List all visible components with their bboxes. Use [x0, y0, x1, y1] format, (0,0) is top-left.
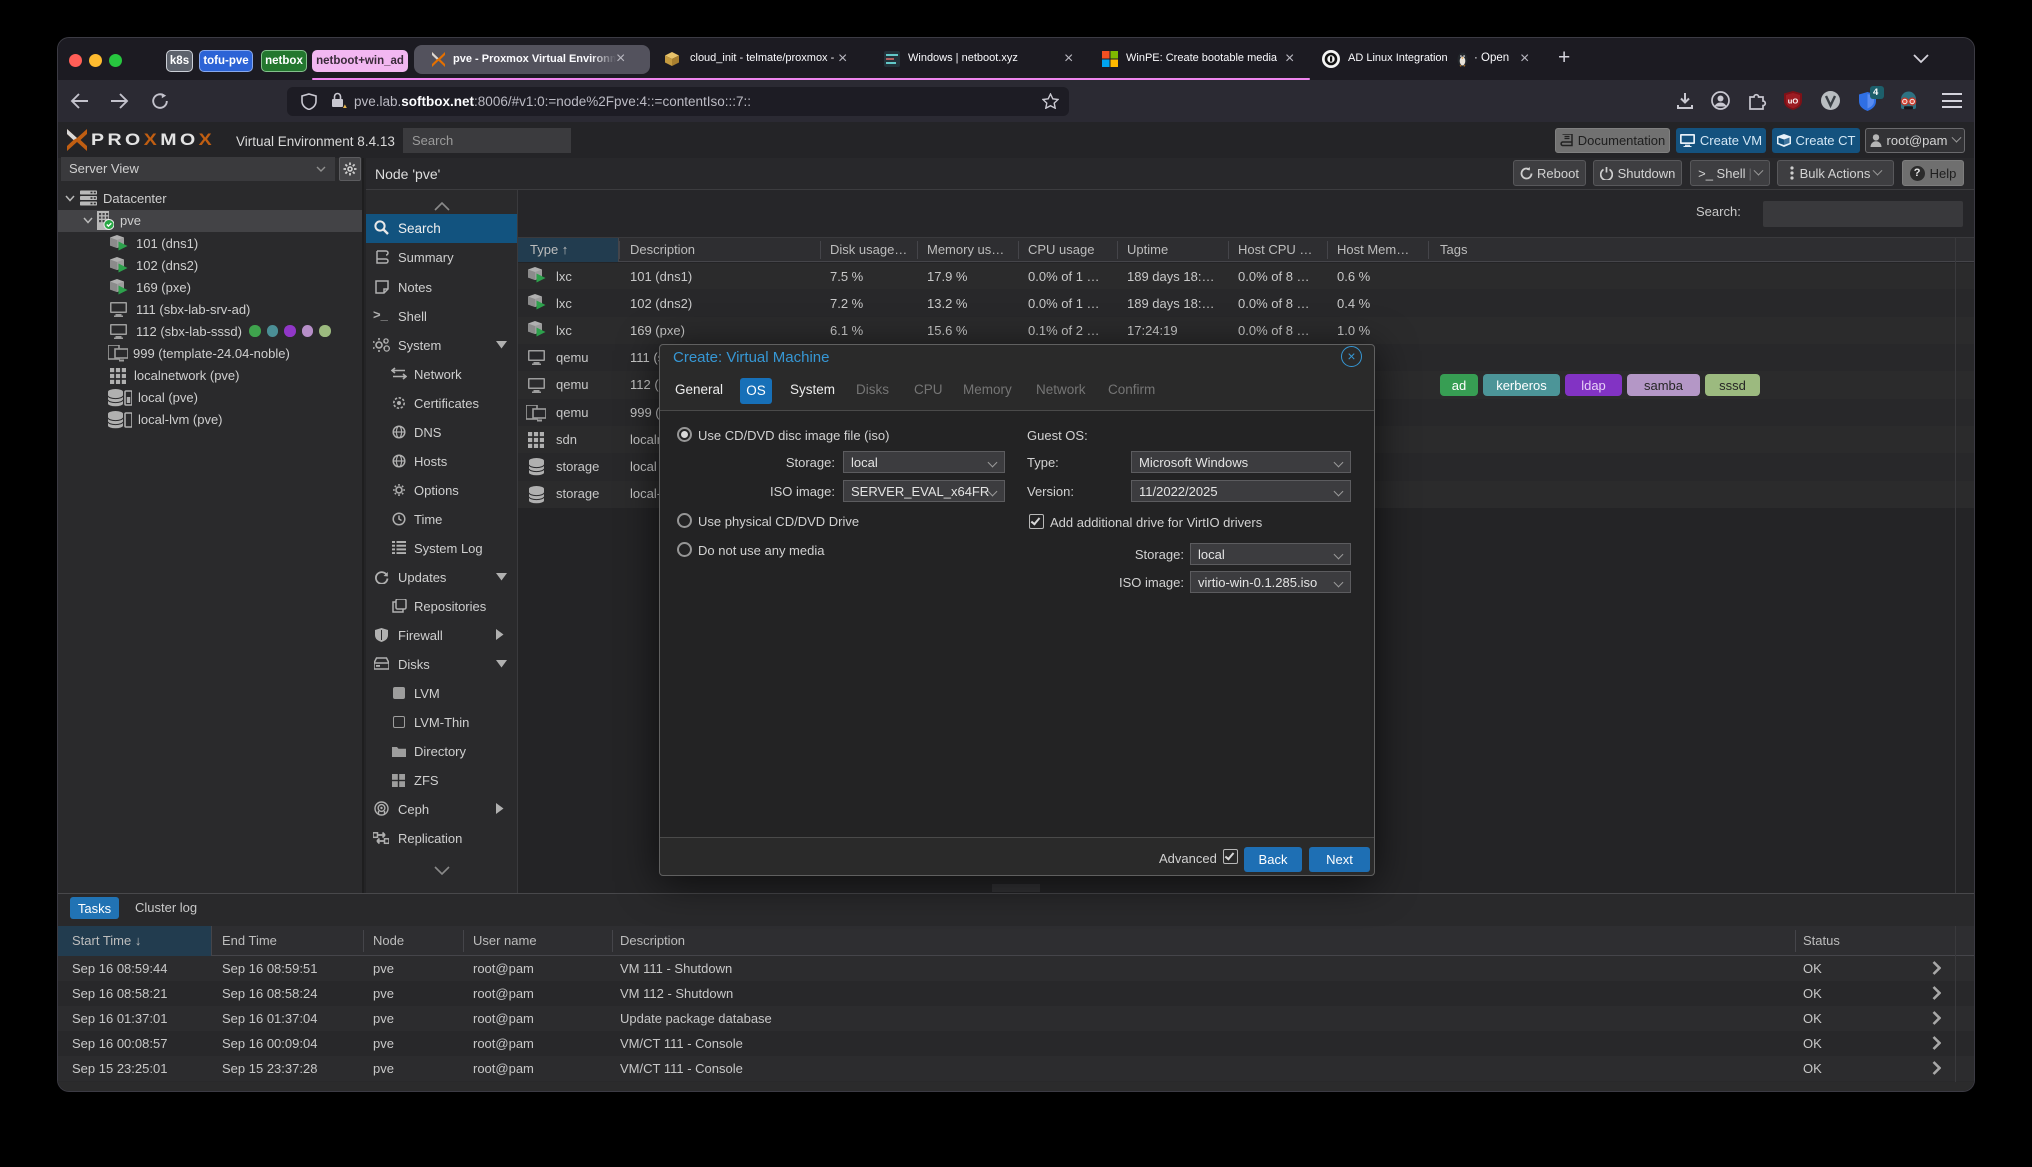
- svg-text:uO: uO: [1788, 97, 1799, 106]
